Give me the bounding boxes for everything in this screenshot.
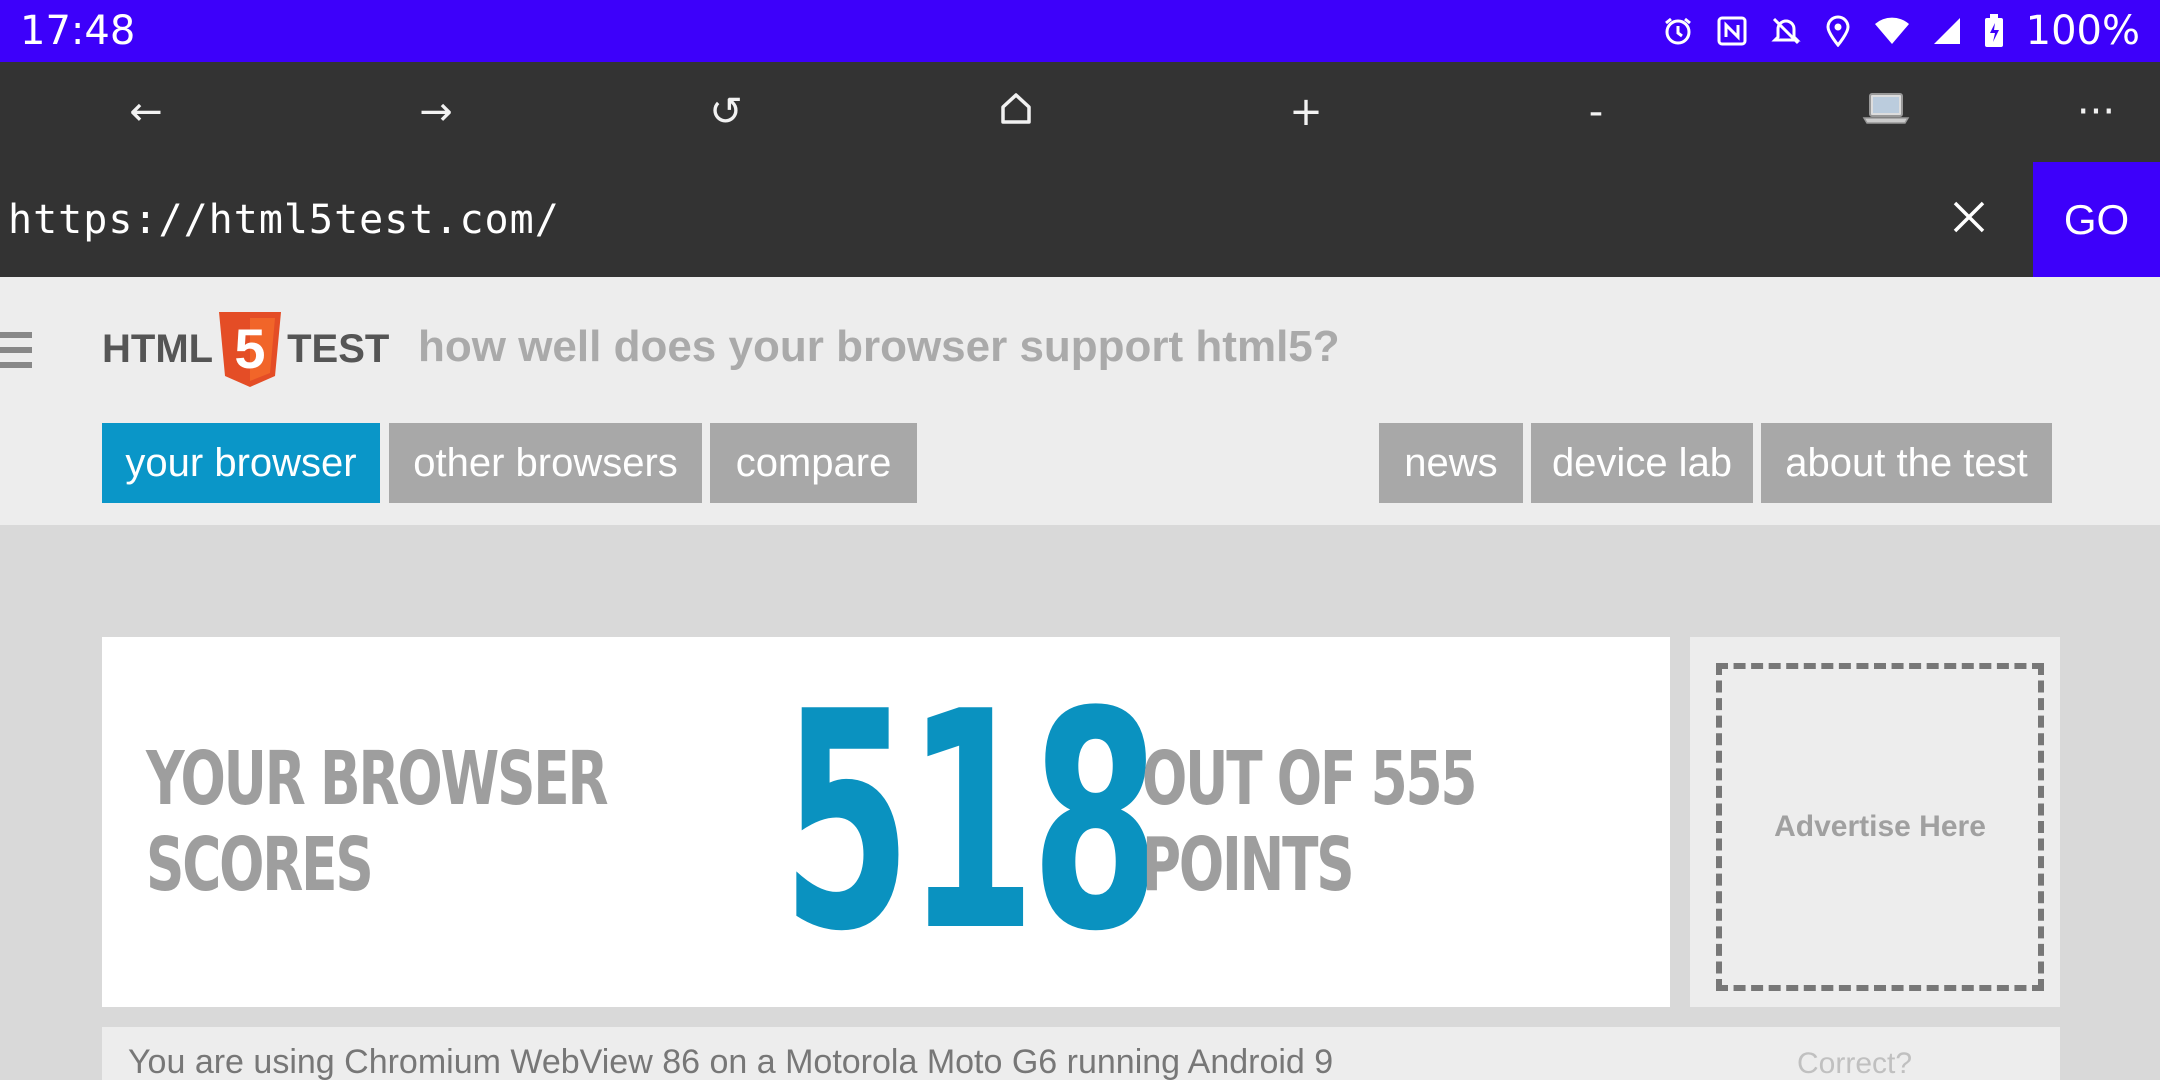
desktop-mode-button[interactable] (1826, 62, 1946, 162)
nav-tab-other-browsers[interactable]: other browsers (389, 423, 702, 503)
battery-icon (1984, 14, 2004, 48)
nav-tab-about-the-test[interactable]: about the test (1761, 423, 2052, 503)
score-suffix: OUT OF 555 POINTS (1142, 736, 1477, 908)
browser-toolbar: ← → ↺ + - ··· (0, 62, 2160, 162)
signal-icon (1932, 16, 1962, 46)
plus-icon: + (1289, 89, 1323, 135)
score-value: 518 (782, 647, 1160, 997)
logo-number: 5 (235, 317, 266, 380)
score-prefix: YOUR BROWSER SCORES (146, 736, 609, 908)
reload-icon: ↺ (709, 89, 743, 135)
nav-tab-your-browser[interactable]: your browser (102, 423, 380, 503)
site-tagline: how well does your browser support html5… (418, 322, 1340, 371)
nav-tab-device-lab[interactable]: device lab (1531, 423, 1753, 503)
battery-percentage: 100% (2025, 8, 2140, 54)
close-icon (1952, 200, 1986, 239)
html5-shield-icon: 5 (217, 312, 283, 387)
go-button[interactable]: GO (2033, 162, 2160, 277)
status-icons: 100% (1662, 8, 2140, 54)
zoom-in-button[interactable]: + (1246, 62, 1366, 162)
home-icon (999, 89, 1033, 135)
back-button[interactable]: ← (86, 62, 206, 162)
location-icon (1824, 15, 1852, 47)
logo-text-html: HTML (102, 327, 214, 371)
url-input[interactable]: https://html5test.com/ (8, 162, 1898, 277)
alarm-icon (1662, 15, 1694, 47)
nfc-icon (1716, 15, 1748, 47)
logo-text-test: TEST (287, 327, 390, 371)
correct-link[interactable]: Correct? (1797, 1047, 1912, 1080)
reload-button[interactable]: ↺ (666, 62, 786, 162)
hamburger-menu-icon[interactable] (0, 332, 32, 368)
site-logo[interactable]: HTML 5 TEST (102, 312, 389, 387)
web-page: HTML 5 TEST how well does your browser s… (0, 277, 2160, 1080)
back-arrow-icon: ← (129, 89, 163, 135)
clear-url-button[interactable] (1905, 162, 2033, 277)
score-panel: YOUR BROWSER SCORES 518 OUT OF 555 POINT… (102, 637, 1670, 1007)
ad-panel: Advertise Here (1690, 637, 2060, 1007)
wifi-icon (1874, 16, 1910, 46)
home-button[interactable] (956, 62, 1076, 162)
nav-tab-compare[interactable]: compare (710, 423, 917, 503)
browser-info-text: You are using Chromium WebView 86 on a M… (128, 1043, 1334, 1080)
advertise-here-link[interactable]: Advertise Here (1716, 663, 2044, 991)
forward-button[interactable]: → (376, 62, 496, 162)
more-menu-button[interactable]: ··· (2036, 62, 2156, 162)
site-header: HTML 5 TEST how well does your browser s… (0, 277, 2160, 525)
minus-icon: - (1588, 89, 1604, 135)
browser-info-row: You are using Chromium WebView 86 on a M… (102, 1027, 2060, 1080)
status-time: 17:48 (20, 8, 136, 54)
more-dots-icon: ··· (2076, 89, 2116, 135)
nav-tab-news[interactable]: news (1379, 423, 1523, 503)
url-bar: https://html5test.com/ GO (0, 162, 2160, 277)
status-bar: 17:48 100% (0, 0, 2160, 62)
notifications-off-icon (1770, 15, 1802, 47)
laptop-icon (1862, 89, 1910, 135)
forward-arrow-icon: → (419, 89, 453, 135)
zoom-out-button[interactable]: - (1536, 62, 1656, 162)
